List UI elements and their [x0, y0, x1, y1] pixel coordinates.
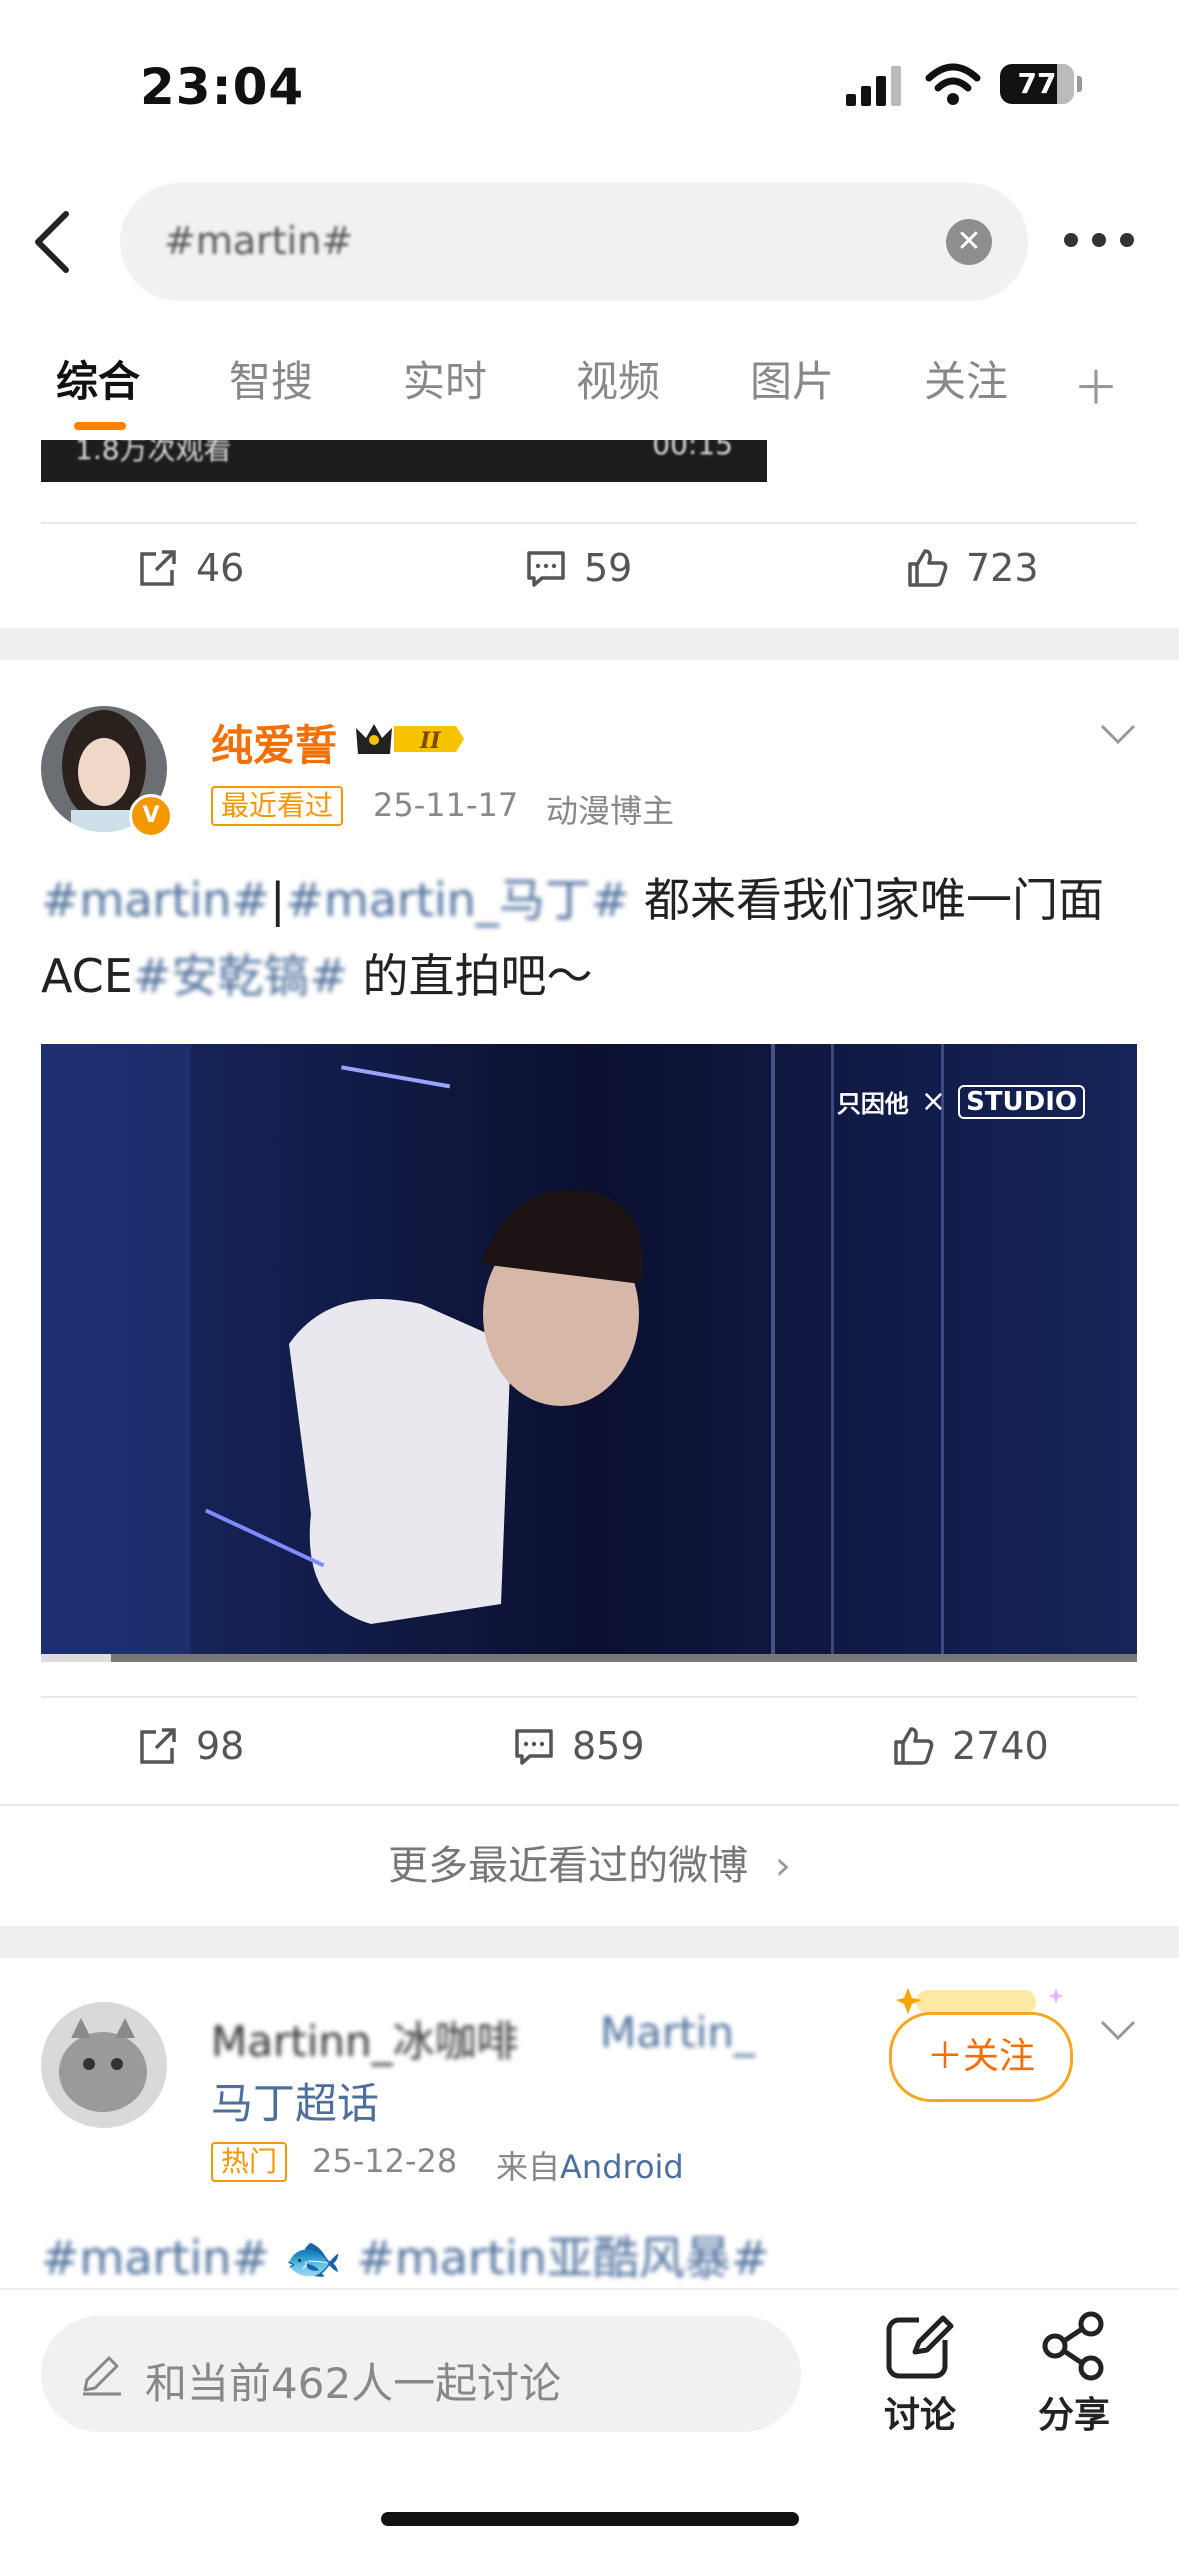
comment-icon [515, 1729, 553, 1765]
watermark-right: STUDIO [958, 1084, 1085, 1119]
source-device: Android [560, 2148, 684, 2186]
follow-button[interactable]: ＋关注 [889, 2012, 1073, 2102]
tab-following[interactable]: 关注 [924, 348, 1008, 409]
repost-count: 98 [196, 1724, 245, 1768]
like-button[interactable]: 2740 [892, 1724, 1049, 1768]
user-avatar[interactable] [41, 2002, 167, 2128]
repost-button[interactable]: 98 [136, 1724, 244, 1768]
separator: | [269, 873, 286, 927]
comment-count: 859 [572, 1724, 645, 1768]
verified-badge-icon: V [129, 794, 173, 838]
tab-video[interactable]: 视频 [576, 348, 660, 409]
battery-indicator: 77 [1000, 64, 1074, 104]
post-date: 25-11-17 [373, 786, 519, 824]
topic-link[interactable]: #martin亚酷风暴# [357, 2231, 770, 2285]
video-duration: 00:15 [652, 440, 733, 461]
comment-button[interactable]: 859 [512, 1724, 645, 1768]
like-count: 2740 [952, 1724, 1049, 1768]
user-category: 动漫博主 [546, 792, 675, 830]
thumbs-up-icon [908, 549, 948, 587]
comment-button[interactable]: 59 [524, 546, 632, 590]
battery-level: 77 [1017, 67, 1057, 100]
source-prefix: 来自 [496, 2148, 561, 2186]
comment-count: 59 [584, 546, 633, 590]
compose-icon [886, 2310, 959, 2379]
comment-icon [527, 551, 565, 587]
like-button[interactable]: 723 [906, 546, 1039, 590]
discuss-label: 讨论 [883, 2395, 956, 2436]
add-tab-icon[interactable]: ＋ [1073, 352, 1119, 418]
divider [41, 1696, 1137, 1698]
status-time: 23:04 [140, 58, 305, 116]
post-source: 来自Android [496, 2142, 684, 2188]
tab-realtime[interactable]: 实时 [403, 348, 487, 409]
video-watermark: 只因他 × STUDIO [837, 1084, 1085, 1119]
pencil-icon [83, 2356, 121, 2396]
post-text-preview: #martin# 🐟 #martin亚酷风暴# [41, 2222, 769, 2288]
cellular-signal-icon [846, 66, 902, 106]
watermark-x: × [920, 1084, 947, 1119]
watermark-left: 只因他 [836, 1090, 909, 1118]
topic-link[interactable]: #martin# [41, 2231, 270, 2285]
chevron-down-icon[interactable] [1100, 722, 1136, 746]
fish-emoji-icon: 🐟 [284, 2231, 342, 2285]
post-video-player[interactable]: 只因他 × STUDIO [41, 1044, 1137, 1662]
like-count: 723 [966, 546, 1039, 590]
repost-button[interactable]: 46 [136, 546, 244, 590]
thumbs-up-icon [894, 1727, 934, 1765]
tab-comprehensive[interactable]: 综合 [56, 348, 140, 409]
tab-smart-search[interactable]: 智搜 [229, 348, 313, 409]
supertopic-link[interactable]: 马丁超话 [211, 2070, 379, 2131]
hot-tag: 热门 [211, 2142, 288, 2182]
more-recently-viewed-label: 更多最近看过的微博 [388, 1843, 749, 1889]
video-view-count: 1.8万次观看 [75, 440, 232, 466]
topic-link[interactable]: #martin# [41, 873, 270, 927]
search-query: #martin# [164, 219, 354, 263]
active-tab-indicator [74, 422, 126, 430]
recently-viewed-tag: 最近看过 [211, 786, 344, 826]
chevron-right-icon: › [774, 1843, 791, 1889]
divider [41, 522, 1137, 524]
repost-count: 46 [196, 546, 245, 590]
home-indicator [381, 2512, 799, 2526]
discussion-placeholder: 和当前462人一起讨论 [145, 2359, 562, 2408]
discussion-input[interactable]: 和当前462人一起讨论 [41, 2316, 801, 2432]
discuss-button[interactable]: 讨论 [876, 2310, 964, 2438]
more-recently-viewed-link[interactable]: 更多最近看过的微博 › [0, 1806, 1179, 1926]
username[interactable]: Martinn_冰咖啡 [211, 2008, 519, 2069]
supertopic-link[interactable]: Martin_ [600, 2008, 755, 2057]
more-options-icon[interactable] [1064, 225, 1144, 255]
share-button[interactable]: 分享 [1030, 2310, 1118, 2438]
tab-images[interactable]: 图片 [750, 348, 834, 409]
chevron-down-icon[interactable] [1100, 2018, 1136, 2042]
repost-icon [140, 1728, 176, 1764]
post-text: #martin#|#martin_马丁# 都来看我们家唯一门面 ACE#安乾镐#… [41, 862, 1151, 1014]
username[interactable]: 纯爱誓 [211, 712, 337, 773]
topic-link[interactable]: #martin_马丁# [285, 873, 629, 927]
crown-level-badge-icon: II [356, 724, 464, 754]
wifi-icon [925, 63, 981, 105]
share-icon [1042, 2311, 1104, 2381]
previous-video-bottom[interactable]: 1.8万次观看 00:15 [41, 440, 767, 482]
battery-tip [1077, 76, 1082, 92]
level-badge-text: II [419, 728, 441, 754]
share-label: 分享 [1037, 2395, 1110, 2436]
search-input[interactable]: #martin# ✕ [120, 183, 1028, 301]
post-date: 25-12-28 [312, 2142, 458, 2180]
repost-icon [140, 550, 176, 586]
clear-search-icon[interactable]: ✕ [946, 219, 992, 265]
back-arrow-icon[interactable] [30, 208, 80, 276]
post-body-text: 的直拍吧～ [347, 949, 593, 1003]
topic-link[interactable]: #安乾镐# [133, 949, 348, 1003]
